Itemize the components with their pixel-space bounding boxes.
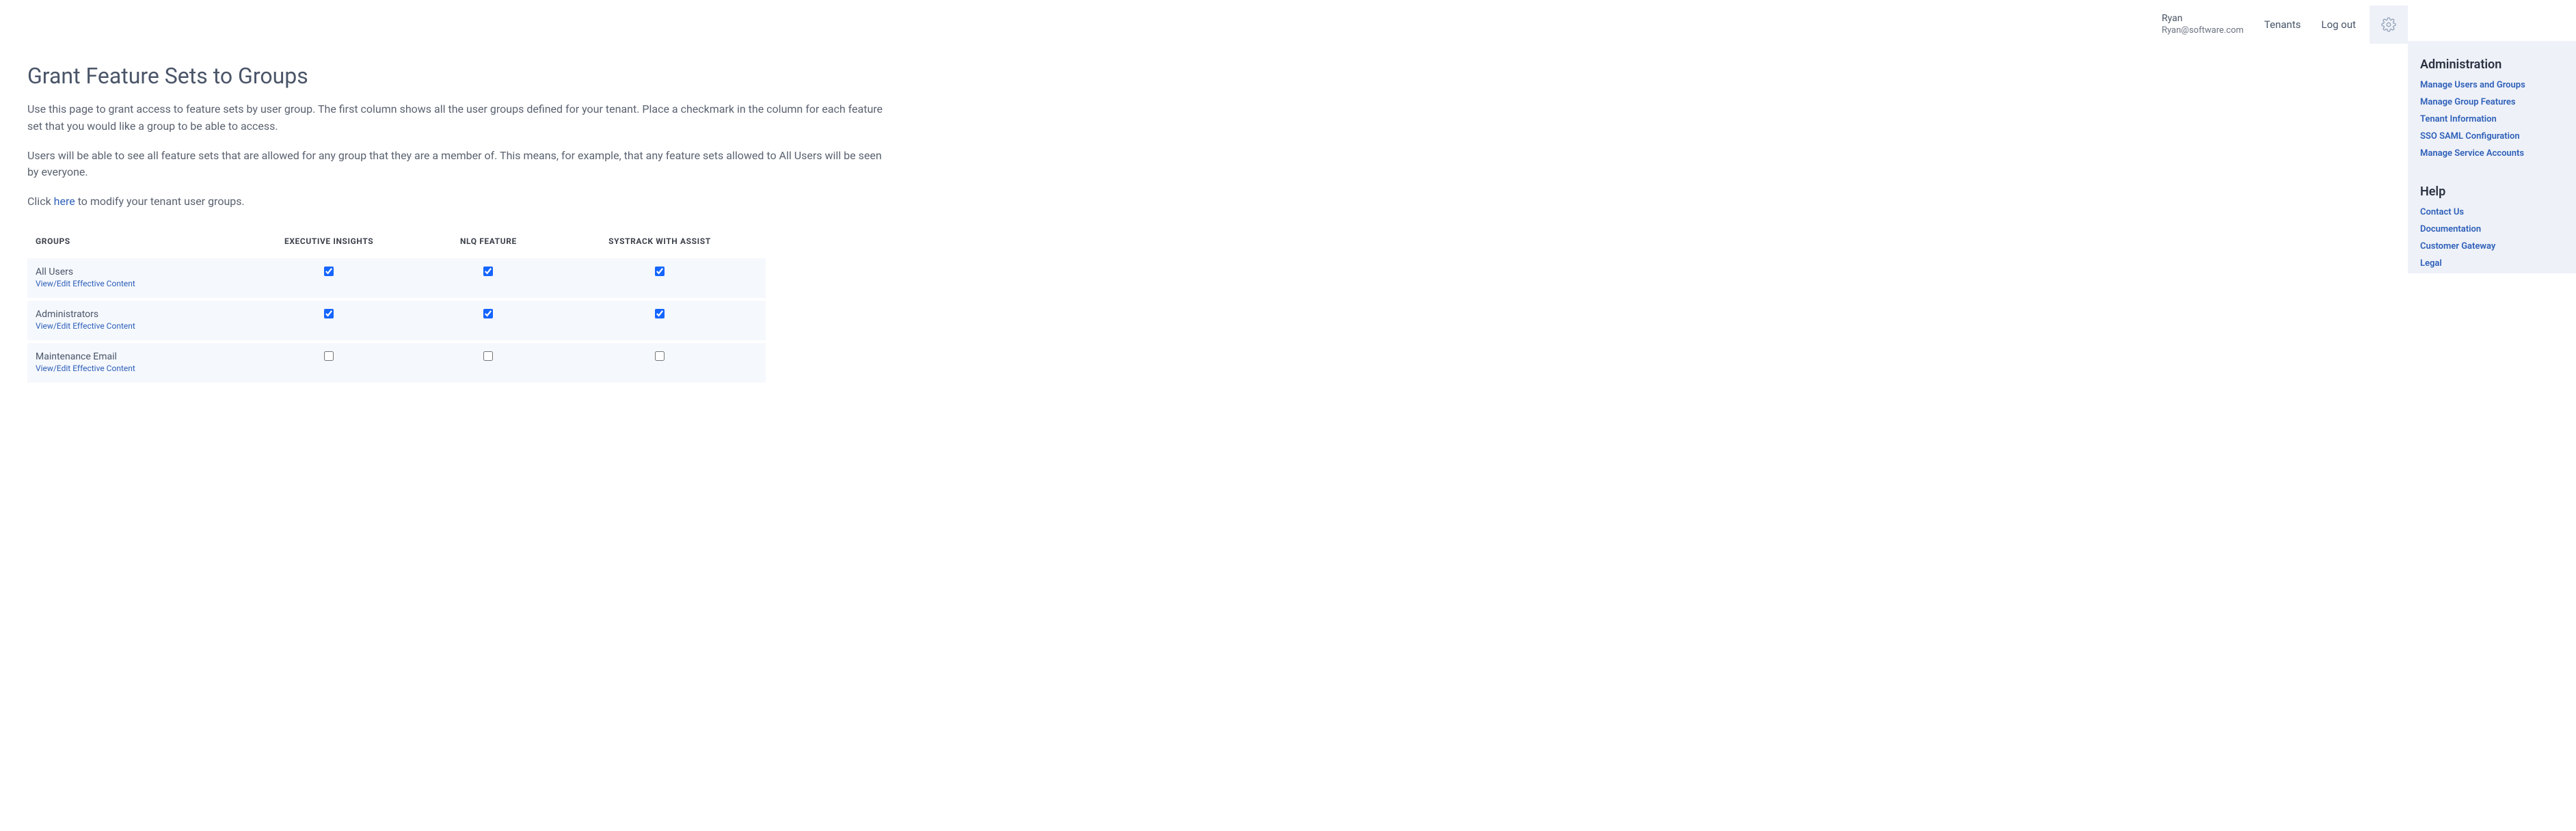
- desc3-suffix: to modify your tenant user groups.: [75, 195, 245, 208]
- sidebar-help-link[interactable]: Customer Gateway: [2420, 241, 2564, 251]
- user-block: Ryan Ryan@software.com: [2162, 12, 2244, 36]
- th-nlq-feature: NLQ FEATURE: [423, 230, 554, 257]
- topbar: Ryan Ryan@software.com Tenants Log out: [0, 0, 2408, 49]
- gear-icon: [2381, 17, 2396, 32]
- view-edit-link[interactable]: View/Edit Effective Content: [36, 321, 226, 331]
- tenants-link[interactable]: Tenants: [2264, 18, 2301, 31]
- feature-checkbox[interactable]: [655, 309, 665, 318]
- table-row: AdministratorsView/Edit Effective Conten…: [27, 299, 766, 342]
- table-row: Maintenance Email View/Edit Effective Con…: [27, 342, 766, 383]
- table-row: All Users View/Edit Effective Content: [27, 257, 766, 299]
- page-content: Grant Feature Sets to Groups Use this pa…: [0, 49, 2408, 410]
- group-cell: Maintenance Email View/Edit Effective Con…: [27, 342, 234, 383]
- feature-cell: [234, 342, 423, 383]
- group-name: Maintenance Email: [36, 351, 226, 362]
- page-desc-3: Click here to modify your tenant user gr…: [27, 193, 889, 210]
- user-email: Ryan@software.com: [2162, 25, 2244, 37]
- sidebar-help-link[interactable]: Legal: [2420, 258, 2564, 269]
- sidebar-admin-link[interactable]: SSO SAML Configuration: [2420, 131, 2564, 141]
- group-name: Administrators: [36, 309, 226, 320]
- view-edit-link[interactable]: View/Edit Effective Content: [36, 279, 226, 288]
- group-cell: AdministratorsView/Edit Effective Conten…: [27, 299, 234, 342]
- feature-checkbox[interactable]: [483, 351, 493, 361]
- feature-cell: [554, 257, 766, 299]
- feature-cell: [234, 257, 423, 299]
- page-desc-2: Users will be able to see all feature se…: [27, 148, 889, 182]
- feature-checkbox[interactable]: [324, 267, 334, 276]
- feature-cell: [423, 342, 554, 383]
- logout-link[interactable]: Log out: [2321, 18, 2356, 31]
- desc3-prefix: Click: [27, 195, 54, 208]
- settings-gear-button[interactable]: [2370, 5, 2408, 44]
- feature-cell: [423, 299, 554, 342]
- group-cell: All Users View/Edit Effective Content: [27, 257, 234, 299]
- feature-cell: [423, 257, 554, 299]
- feature-checkbox[interactable]: [483, 267, 493, 276]
- feature-cell: [234, 299, 423, 342]
- admin-sidebar: Administration Manage Users and Groups Ma…: [2408, 41, 2576, 273]
- page-title: Grant Feature Sets to Groups: [27, 63, 2380, 89]
- sidebar-admin-link[interactable]: Manage Group Features: [2420, 97, 2564, 107]
- sidebar-admin-link[interactable]: Tenant Information: [2420, 114, 2564, 124]
- th-executive-insights: EXECUTIVE INSIGHTS: [234, 230, 423, 257]
- sidebar-admin-link[interactable]: Manage Service Accounts: [2420, 148, 2564, 159]
- sidebar-admin-link[interactable]: Manage Users and Groups: [2420, 80, 2564, 90]
- user-name: Ryan: [2162, 12, 2244, 25]
- sidebar-help-link[interactable]: Contact Us: [2420, 207, 2564, 217]
- feature-sets-table: GROUPS EXECUTIVE INSIGHTS NLQ FEATURE SY…: [27, 230, 766, 383]
- feature-cell: [554, 299, 766, 342]
- sidebar-admin-title: Administration: [2420, 57, 2564, 72]
- feature-checkbox[interactable]: [655, 351, 665, 361]
- feature-cell: [554, 342, 766, 383]
- sidebar-help-link[interactable]: Documentation: [2420, 224, 2564, 234]
- feature-checkbox[interactable]: [483, 309, 493, 318]
- feature-checkbox[interactable]: [324, 351, 334, 361]
- page-desc-1: Use this page to grant access to feature…: [27, 101, 889, 135]
- sidebar-help-title: Help: [2420, 185, 2564, 199]
- th-systrack-assist: SYSTRACK WITH ASSIST: [554, 230, 766, 257]
- group-name: All Users: [36, 267, 226, 277]
- feature-checkbox[interactable]: [324, 309, 334, 318]
- modify-groups-link[interactable]: here: [54, 195, 75, 208]
- view-edit-link[interactable]: View/Edit Effective Content: [36, 364, 226, 373]
- feature-checkbox[interactable]: [655, 267, 665, 276]
- th-groups: GROUPS: [27, 230, 234, 257]
